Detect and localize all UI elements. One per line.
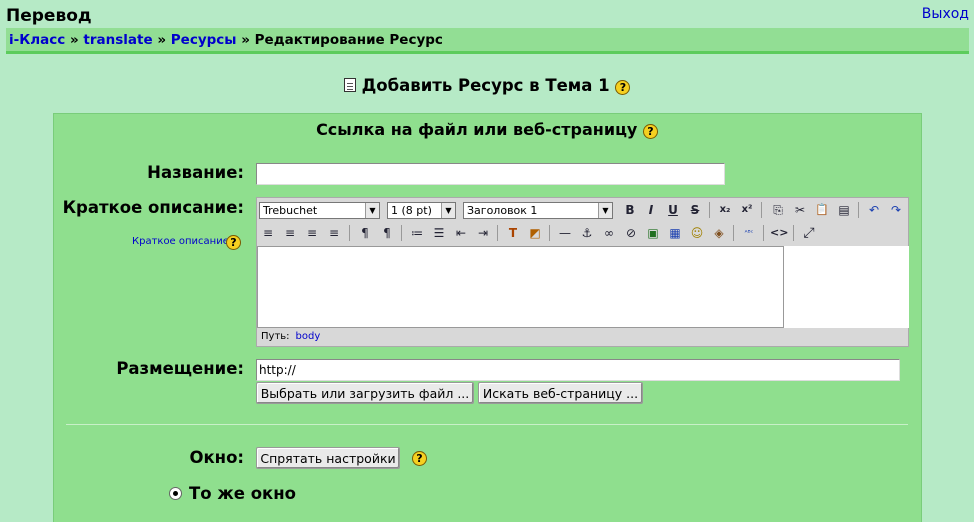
align-right-icon[interactable]: ≡: [303, 224, 321, 242]
window-label: Окно:: [189, 448, 244, 467]
editor-text-area[interactable]: [257, 246, 784, 328]
toolbar-separator: [858, 202, 859, 218]
image-icon[interactable]: ▣: [644, 224, 662, 242]
summary-label: Краткое описание:: [62, 198, 244, 217]
text-color-icon[interactable]: T: [504, 224, 522, 242]
location-label: Размещение:: [116, 359, 244, 378]
ordered-list-icon[interactable]: ≔: [408, 224, 426, 242]
logout-link[interactable]: Выход: [922, 6, 969, 22]
breadcrumb-separator: »: [69, 32, 79, 48]
breadcrumb-course[interactable]: translate: [83, 32, 152, 48]
ltr-icon[interactable]: ¶: [356, 224, 374, 242]
superscript-icon[interactable]: x²: [738, 201, 756, 219]
resource-icon: [343, 78, 356, 92]
same-window-label: То же окно: [189, 484, 296, 503]
undo-icon[interactable]: ↶: [865, 201, 883, 219]
font-select[interactable]: Trebuchet ▼: [259, 202, 380, 219]
page-title: Добавить Ресурс в Тема 1: [361, 76, 610, 95]
underline-icon[interactable]: U: [664, 201, 682, 219]
toolbar-separator: [733, 225, 734, 241]
location-input[interactable]: [256, 359, 900, 381]
html-source-icon[interactable]: <>: [770, 224, 788, 242]
special-chars-icon[interactable]: ◈: [710, 224, 728, 242]
toolbar-separator: [763, 225, 764, 241]
breadcrumb-separator: »: [241, 32, 250, 48]
editor-path-body-link[interactable]: body: [296, 331, 321, 342]
dropdown-arrow-icon: ▼: [598, 203, 612, 218]
rtl-icon[interactable]: ¶: [378, 224, 396, 242]
search-web-button[interactable]: Искать веб-страницу ...: [478, 382, 643, 404]
bold-icon[interactable]: B: [621, 201, 639, 219]
editor-side-panel: [784, 246, 909, 328]
site-title: Перевод: [6, 6, 92, 26]
help-icon[interactable]: ?: [642, 124, 658, 139]
toolbar-separator: [497, 225, 498, 241]
paste-word-icon[interactable]: ▤: [835, 201, 853, 219]
breadcrumb-current: Редактирование Ресурс: [254, 32, 443, 48]
smiley-icon[interactable]: ☺: [688, 224, 706, 242]
editor-path-bar: Путь: body: [261, 331, 320, 342]
toolbar-separator: [349, 225, 350, 241]
toolbar-separator: [549, 225, 550, 241]
background-color-icon[interactable]: ◩: [526, 224, 544, 242]
unordered-list-icon[interactable]: ☰: [430, 224, 448, 242]
align-left-icon[interactable]: ≡: [259, 224, 277, 242]
help-icon[interactable]: ?: [412, 451, 427, 466]
choose-file-button[interactable]: Выбрать или загрузить файл ...: [256, 382, 474, 404]
editor-toolbar-row-2: ≡ ≡ ≡ ≡ ¶ ¶ ≔ ☰ ⇤ ⇥ T ◩ — ⚓ ∞ ⊘ ▣ ▦ ☺ ◈ …: [257, 221, 908, 245]
subscript-icon[interactable]: x₂: [716, 201, 734, 219]
page-heading: Добавить Ресурс в Тема 1 ?: [0, 76, 974, 95]
toolbar-separator: [401, 225, 402, 241]
name-input[interactable]: [256, 163, 725, 185]
fullscreen-icon[interactable]: ⤢: [800, 224, 818, 242]
toolbar-separator: [709, 202, 710, 218]
copy-icon[interactable]: ⎘: [769, 201, 787, 219]
strikethrough-icon[interactable]: S: [686, 201, 704, 219]
help-icon[interactable]: ?: [226, 235, 241, 250]
outdent-icon[interactable]: ⇤: [452, 224, 470, 242]
name-label: Название:: [147, 163, 244, 182]
size-select[interactable]: 1 (8 pt) ▼: [387, 202, 456, 219]
align-justify-icon[interactable]: ≡: [325, 224, 343, 242]
breadcrumb: i-Класс » translate » Ресурсы » Редактир…: [6, 28, 969, 54]
cut-icon[interactable]: ✂: [791, 201, 809, 219]
italic-icon[interactable]: I: [642, 201, 660, 219]
toolbar-separator: [793, 225, 794, 241]
hide-settings-button[interactable]: Спрятать настройки: [256, 447, 400, 469]
breadcrumb-resources[interactable]: Ресурсы: [171, 32, 237, 48]
help-icon[interactable]: ?: [615, 80, 631, 95]
section-divider: [66, 424, 908, 425]
section-heading: Ссылка на файл или веб-страницу ?: [0, 120, 974, 139]
same-window-radio[interactable]: [169, 487, 182, 500]
link-icon[interactable]: ∞: [600, 224, 618, 242]
section-title: Ссылка на файл или веб-страницу: [316, 120, 638, 139]
unlink-icon[interactable]: ⊘: [622, 224, 640, 242]
format-select[interactable]: Заголовок 1 ▼: [463, 202, 613, 219]
horizontal-rule-icon[interactable]: —: [556, 224, 574, 242]
redo-icon[interactable]: ↷: [887, 201, 905, 219]
anchor-icon[interactable]: ⚓: [578, 224, 596, 242]
breadcrumb-home[interactable]: i-Класс: [9, 32, 65, 48]
breadcrumb-separator: »: [157, 32, 167, 48]
dropdown-arrow-icon: ▼: [365, 203, 379, 218]
dropdown-arrow-icon: ▼: [441, 203, 455, 218]
table-icon[interactable]: ▦: [666, 224, 684, 242]
spellcheck-icon[interactable]: ᴬᴮᶜ: [740, 224, 758, 242]
editor-toolbar-row-1: Trebuchet ▼ 1 (8 pt) ▼ Заголовок 1 ▼ B I U …: [257, 198, 908, 222]
summary-help-link[interactable]: Краткое описание: [132, 236, 229, 247]
indent-icon[interactable]: ⇥: [474, 224, 492, 242]
html-editor: Trebuchet ▼ 1 (8 pt) ▼ Заголовок 1 ▼ B I U …: [256, 197, 909, 347]
editor-path-label: Путь:: [261, 331, 290, 342]
align-center-icon[interactable]: ≡: [281, 224, 299, 242]
toolbar-separator: [761, 202, 762, 218]
paste-icon[interactable]: 📋: [813, 201, 831, 219]
